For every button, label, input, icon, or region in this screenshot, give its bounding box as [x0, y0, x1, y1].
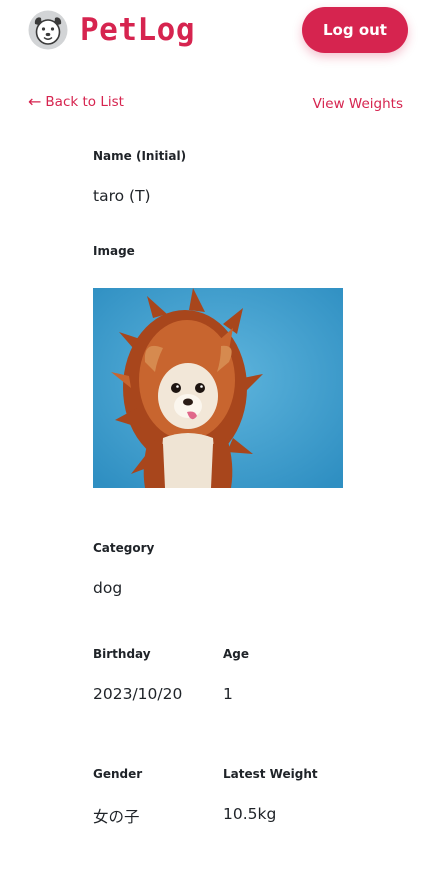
latest-weight-label: Latest Weight [223, 767, 318, 781]
birthday-value: 2023/10/20 [93, 685, 183, 703]
name-label: Name (Initial) [93, 149, 187, 163]
brand-logo[interactable]: PetLog [28, 10, 195, 50]
logout-button[interactable]: Log out [302, 7, 408, 53]
pet-photo [93, 288, 343, 488]
brand-name: PetLog [80, 12, 195, 48]
age-value: 1 [223, 685, 233, 703]
age-label: Age [223, 647, 250, 661]
latest-weight-value: 10.5kg [223, 805, 277, 823]
category-label: Category [93, 541, 155, 555]
birthday-label: Birthday [93, 647, 151, 661]
arrow-left-icon: ← [28, 92, 42, 111]
back-to-list-label: Back to List [45, 94, 124, 110]
view-weights-link[interactable]: View Weights [313, 96, 403, 112]
dog-face-icon [28, 10, 68, 50]
gender-value: 女の子 [93, 808, 140, 826]
gender-label: Gender [93, 767, 143, 781]
category-value: dog [93, 579, 123, 597]
app-header: PetLog Log out [0, 0, 447, 64]
page-nav: ← Back to List View Weights [0, 94, 447, 114]
image-label: Image [93, 244, 135, 258]
back-to-list-link[interactable]: ← Back to List [28, 92, 124, 111]
name-value: taro (T) [93, 187, 151, 205]
